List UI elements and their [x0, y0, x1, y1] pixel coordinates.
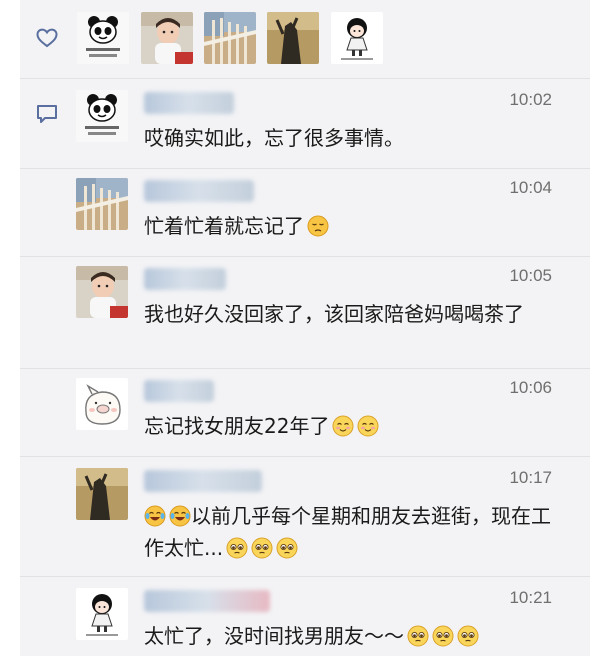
likes-row — [20, 0, 590, 76]
crying-laughing-emoji-icon — [169, 505, 191, 527]
comment-divider — [20, 256, 590, 257]
pleading-emoji-icon — [226, 537, 248, 559]
comment-text: 太忙了，没时间找男朋友～～ — [144, 620, 564, 652]
pleading-emoji-icon — [407, 625, 429, 647]
commenter-name-blurred[interactable] — [144, 590, 270, 612]
shadow-photo-avatar[interactable] — [267, 12, 319, 64]
comment-divider — [20, 576, 590, 577]
comment-text: 忘记找女朋友22年了 — [144, 410, 564, 442]
comment-text-content: 以前几乎每个星期和朋友去逛街，现在工作太忙... — [144, 504, 551, 560]
comment-bubble-icon — [37, 105, 57, 123]
comment-divider — [20, 168, 590, 169]
commenter-name-blurred[interactable] — [144, 380, 214, 402]
pensive-emoji-icon — [307, 215, 329, 237]
shadow-photo-avatar[interactable] — [76, 468, 128, 520]
railing-photo-avatar[interactable] — [204, 12, 256, 64]
commenter-name-blurred[interactable] — [144, 470, 262, 492]
moments-interaction-panel: 10:02 哎确实如此，忘了很多事情。 10:04 忙着忙着就忘记了 10:05… — [20, 0, 590, 656]
likes-comments-divider — [20, 78, 590, 79]
railing-photo-avatar[interactable] — [76, 178, 128, 230]
cartoon-girl-avatar[interactable] — [76, 588, 128, 640]
comment-text-content: 忙着忙着就忘记了 — [144, 214, 304, 238]
pleading-emoji-icon — [251, 537, 273, 559]
pleading-emoji-icon — [457, 625, 479, 647]
comment-time: 10:21 — [509, 588, 552, 607]
comment-text: 哎确实如此，忘了很多事情。 — [144, 122, 564, 154]
comment-text: 忙着忙着就忘记了 — [144, 210, 564, 242]
heart-outline-icon — [36, 28, 58, 48]
cartoon-girl-avatar[interactable] — [331, 12, 383, 64]
toddler-photo-avatar[interactable] — [76, 266, 128, 318]
comment-time: 10:05 — [509, 266, 552, 285]
comment-text-content: 哎确实如此，忘了很多事情。 — [144, 126, 404, 150]
panda-meme-avatar[interactable] — [77, 12, 129, 64]
comment-text: 以前几乎每个星期和朋友去逛街，现在工作太忙... — [144, 500, 554, 564]
comment-time: 10:04 — [509, 178, 552, 197]
commenter-name-blurred[interactable] — [144, 92, 234, 114]
pig-doodle-avatar[interactable] — [76, 378, 128, 430]
comment-text: 我也好久没回家了，该回家陪爸妈喝喝茶了 — [144, 298, 564, 330]
comment-divider — [20, 456, 590, 457]
comment-divider — [20, 368, 590, 369]
pleading-emoji-icon — [432, 625, 454, 647]
crying-laughing-emoji-icon — [144, 505, 166, 527]
blushing-smile-emoji-icon — [332, 415, 354, 437]
commenter-name-blurred[interactable] — [144, 268, 226, 290]
comment-text-content: 我也好久没回家了，该回家陪爸妈喝喝茶了 — [144, 302, 524, 326]
toddler-photo-avatar[interactable] — [141, 12, 193, 64]
commenter-name-blurred[interactable] — [144, 180, 254, 202]
blushing-smile-emoji-icon — [357, 415, 379, 437]
pleading-emoji-icon — [276, 537, 298, 559]
comment-text-content: 太忙了，没时间找男朋友～～ — [144, 624, 404, 648]
comment-time: 10:02 — [509, 90, 552, 109]
panda-meme-avatar[interactable] — [76, 90, 128, 142]
comment-text-content: 忘记找女朋友22年了 — [144, 414, 330, 438]
comment-time: 10:06 — [509, 378, 552, 397]
comment-time: 10:17 — [509, 468, 552, 487]
